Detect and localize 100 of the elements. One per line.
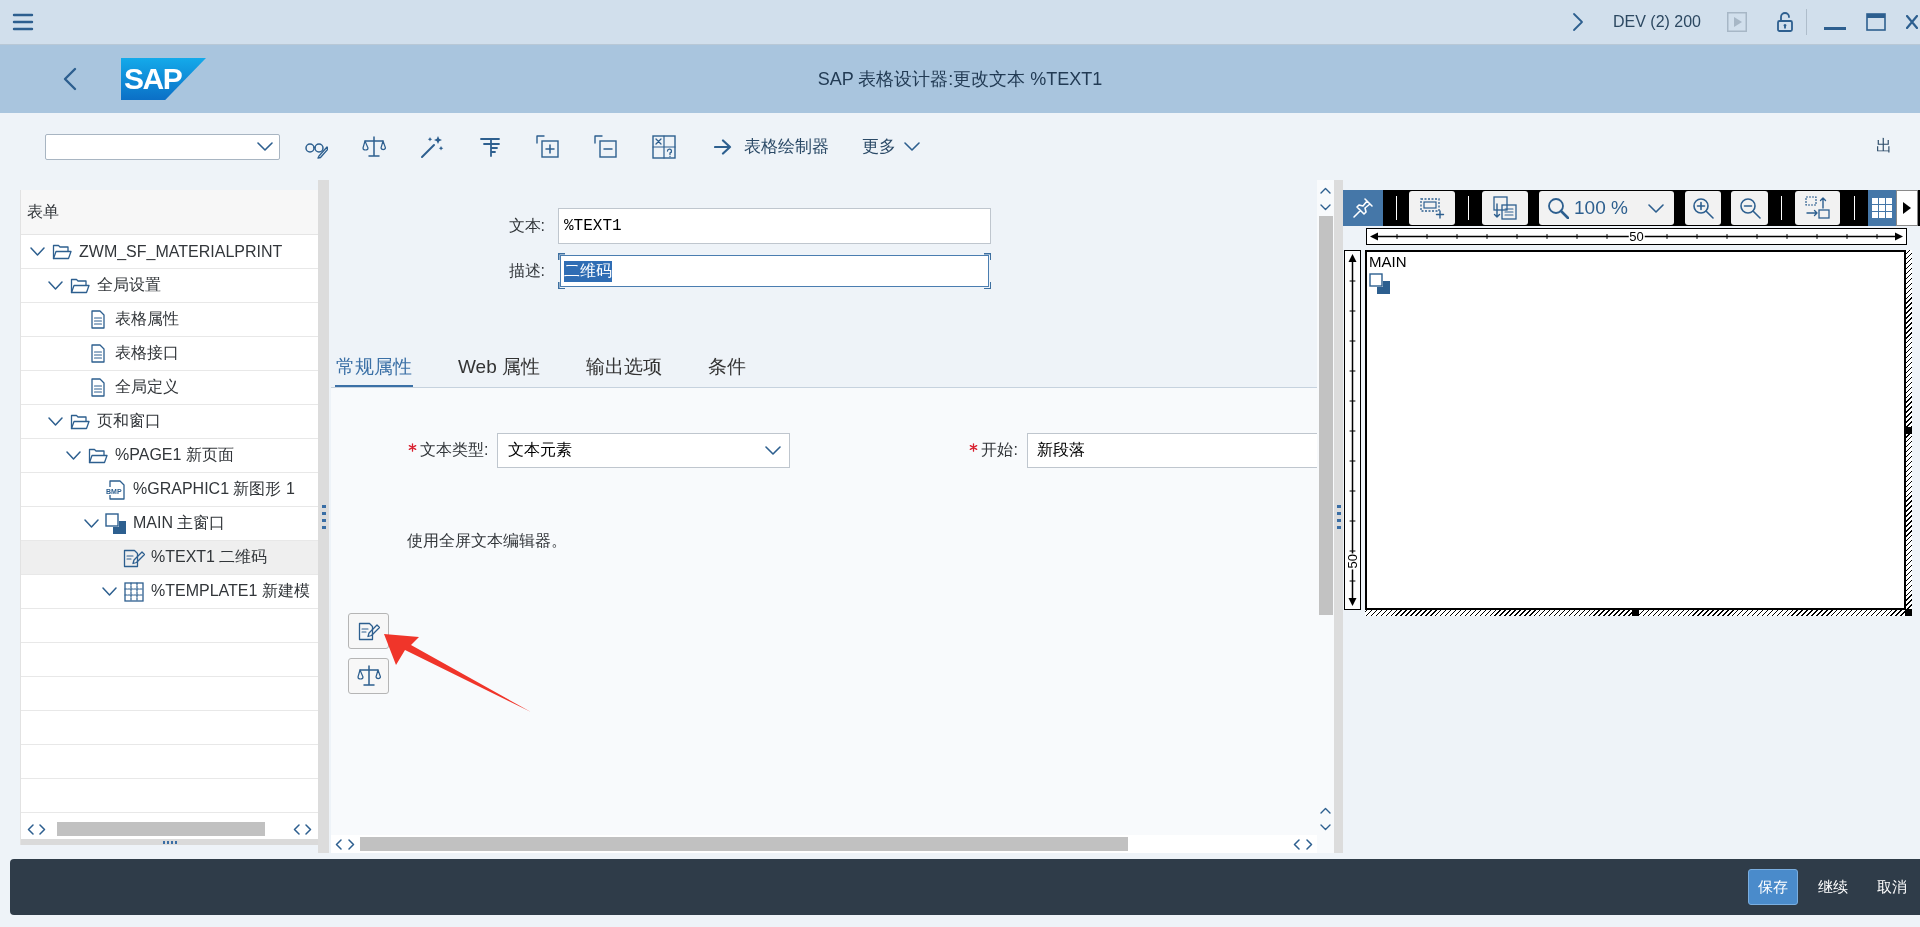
add-frame-icon[interactable] [536, 134, 560, 159]
minimize-icon[interactable] [1824, 26, 1846, 30]
page-title: SAP 表格设计器:更改文本 %TEXT1 [817, 68, 1103, 91]
padlock-icon[interactable] [1777, 12, 1793, 32]
triangle-right-icon [1903, 202, 1911, 214]
dropdown[interactable]: 文本元素 [497, 433, 791, 468]
input-field[interactable]: 新段落 [1026, 433, 1317, 468]
chevron-down-icon[interactable] [47, 417, 63, 426]
edit-document-icon [357, 620, 380, 642]
chevron-right-icon[interactable] [1306, 838, 1313, 850]
scales-button[interactable] [348, 658, 389, 694]
scrollbar-thumb[interactable] [1318, 216, 1333, 615]
tree-item[interactable]: %TEXT1 二维码 [21, 541, 318, 575]
field-label: 文本类型: [420, 440, 489, 460]
magic-wand-icon[interactable] [420, 134, 444, 159]
resize-handle[interactable] [1905, 609, 1912, 616]
dashed-frame-icon [1419, 197, 1445, 219]
scrollbar-thumb[interactable] [360, 837, 1128, 851]
footer-button[interactable]: 取消 [1868, 869, 1916, 905]
close-icon[interactable] [1906, 15, 1918, 29]
chevron-down-icon[interactable] [47, 281, 63, 290]
footer-button[interactable]: 保存 [1748, 869, 1798, 905]
grid-button[interactable] [1868, 190, 1896, 226]
field-label: 文本: [508, 215, 545, 236]
toolbar-button[interactable] [1795, 191, 1840, 225]
drag-handle-icon[interactable] [162, 840, 177, 844]
document-icon [91, 344, 105, 363]
layout-icon [1493, 196, 1517, 220]
drag-handle-icon[interactable] [321, 504, 326, 529]
footer-button[interactable]: 继续 [1809, 869, 1857, 905]
window-icon [1369, 273, 1391, 295]
chevron-down-icon [1648, 203, 1664, 213]
window-label: MAIN [1369, 253, 1407, 270]
logo: SAP [121, 58, 206, 100]
toolbar-button[interactable]: 更多 [862, 135, 920, 158]
arrange-icon [1804, 196, 1831, 220]
chevron-right-icon[interactable] [1571, 12, 1584, 32]
field-label: 描述: [508, 260, 545, 281]
input-field[interactable]: 二维码 [558, 253, 991, 289]
document-icon [91, 378, 105, 397]
toolbar-button[interactable]: 表格绘制器 [714, 135, 829, 158]
chevron-down-icon[interactable] [1320, 824, 1331, 831]
chevron-up-icon[interactable] [1320, 807, 1331, 814]
chevron-down-icon[interactable] [29, 247, 45, 256]
chevron-left-icon[interactable] [27, 823, 34, 835]
resize-handle[interactable] [1632, 609, 1639, 616]
zoom-in-button[interactable] [1685, 191, 1721, 225]
folder-icon [70, 413, 90, 430]
folder-icon [52, 243, 72, 260]
tab[interactable]: 输出选项 [585, 349, 663, 387]
drag-handle-icon[interactable] [1336, 504, 1341, 529]
maximize-icon[interactable] [1866, 13, 1886, 31]
ruler-label: 50 [1345, 552, 1360, 569]
zoom-out-icon [1738, 197, 1761, 219]
chevron-down-icon [904, 142, 920, 151]
table-icon[interactable] [652, 134, 676, 159]
scroll-right-button[interactable] [1896, 190, 1918, 226]
toolbar-button[interactable] [1482, 191, 1528, 225]
arrow-right-icon [714, 138, 732, 155]
chevron-down-icon [765, 446, 782, 455]
toolbar-button[interactable] [1409, 191, 1455, 225]
zoom-out-button[interactable] [1731, 191, 1768, 225]
chevron-down-icon[interactable] [65, 451, 81, 460]
chevron-down-icon[interactable] [1320, 204, 1331, 211]
exit-button[interactable]: 出 [1876, 136, 1892, 157]
pin-button[interactable] [1343, 190, 1383, 226]
tab[interactable]: 条件 [707, 349, 747, 387]
scales-icon[interactable] [362, 134, 386, 159]
grid-icon [124, 581, 144, 602]
zoom-in-icon [1692, 197, 1714, 219]
chevron-left-icon[interactable] [335, 838, 342, 850]
ruler-label: 50 [1628, 229, 1645, 244]
chevron-down-icon [257, 142, 273, 151]
document-icon [91, 310, 105, 329]
remove-frame-icon[interactable] [594, 134, 618, 159]
chevron-up-icon[interactable] [1320, 187, 1331, 194]
scrollbar-thumb[interactable] [57, 822, 265, 836]
chevron-left-icon[interactable] [1293, 838, 1300, 850]
grid-icon [1872, 198, 1892, 218]
input-field[interactable]: %TEXT1 [558, 208, 991, 244]
edit-button[interactable] [348, 613, 389, 649]
menu-icon[interactable] [12, 13, 34, 31]
window-icon [105, 512, 127, 535]
scales-icon [356, 664, 381, 688]
chevron-down-icon[interactable] [83, 519, 99, 528]
field-label: 开始: [981, 440, 1018, 460]
back-icon[interactable] [63, 67, 77, 91]
system-info: DEV (2) 200 [1612, 13, 1701, 31]
chevron-right-icon[interactable] [305, 823, 312, 835]
chevron-down-icon[interactable] [101, 587, 117, 596]
chevron-left-icon[interactable] [293, 823, 300, 835]
magnifier-icon [1547, 197, 1569, 219]
folder-icon [88, 447, 108, 464]
chevron-right-icon[interactable] [39, 823, 46, 835]
hint-text: 使用全屏文本编辑器。 [407, 531, 567, 551]
resize-handle[interactable] [1905, 427, 1912, 434]
zoom-dropdown[interactable]: 100 % [1539, 191, 1674, 225]
tab[interactable]: Web 属性 [457, 349, 541, 387]
column-header: 表单 [21, 190, 318, 235]
chevron-right-icon[interactable] [348, 838, 355, 850]
